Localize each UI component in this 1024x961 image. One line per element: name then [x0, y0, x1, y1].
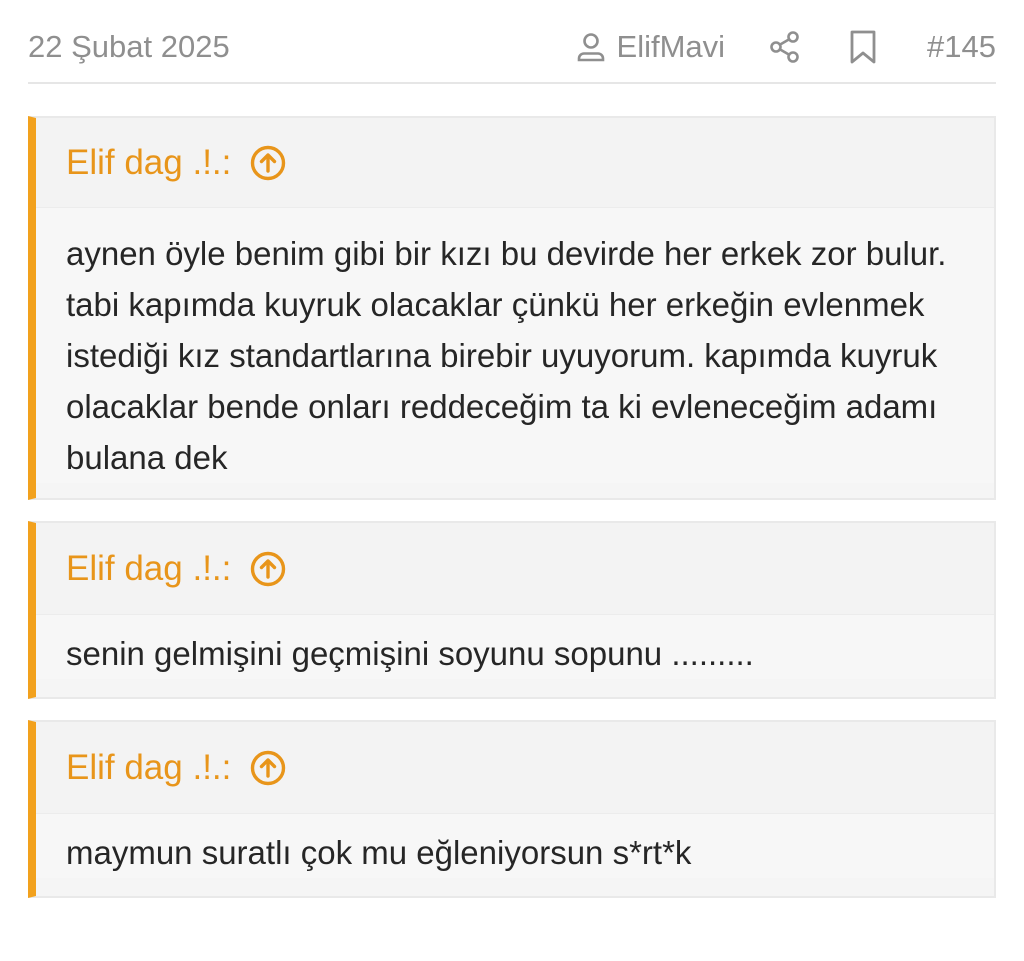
bookmark-icon [849, 29, 877, 65]
post-date: 22 Şubat 2025 [28, 29, 230, 64]
post-number[interactable]: #145 [927, 29, 996, 65]
user-icon [575, 31, 607, 63]
quote-block: Elif dag .!.: senin gelmişini geçmişini … [28, 521, 996, 699]
author-name: ElifMavi [616, 29, 726, 64]
post-page: 22 Şubat 2025 ElifMavi #145 Elif dag .!.… [0, 0, 1024, 961]
quote-header: Elif dag .!.: [36, 118, 994, 208]
quote-author: Elif dag .!.: [66, 142, 232, 182]
quote-author: Elif dag .!.: [66, 548, 232, 588]
quote-text: maymun suratlı çok mu eğleniyorsun s*rt*… [36, 814, 994, 878]
arrow-up-circle-icon[interactable] [249, 749, 287, 787]
quote-block: Elif dag .!.: maymun suratlı çok mu eğle… [28, 720, 996, 898]
quote-text: aynen öyle benim gibi bir kızı bu devird… [36, 208, 994, 483]
arrow-up-circle-icon[interactable] [249, 144, 287, 182]
post-meta-actions: ElifMavi #145 [575, 27, 996, 67]
quote-header: Elif dag .!.: [36, 523, 994, 615]
post-meta-bar: 22 Şubat 2025 ElifMavi #145 [28, 22, 996, 84]
quote-block: Elif dag .!.: aynen öyle benim gibi bir … [28, 116, 996, 500]
arrow-up-circle-icon[interactable] [249, 550, 287, 588]
share-button[interactable] [765, 27, 805, 67]
quote-header: Elif dag .!.: [36, 722, 994, 814]
author-link[interactable]: ElifMavi [575, 29, 726, 65]
bookmark-button[interactable] [843, 27, 883, 67]
quote-text: senin gelmişini geçmişini soyunu sopunu … [36, 615, 994, 679]
quote-author: Elif dag .!.: [66, 747, 232, 787]
share-icon [769, 30, 801, 64]
